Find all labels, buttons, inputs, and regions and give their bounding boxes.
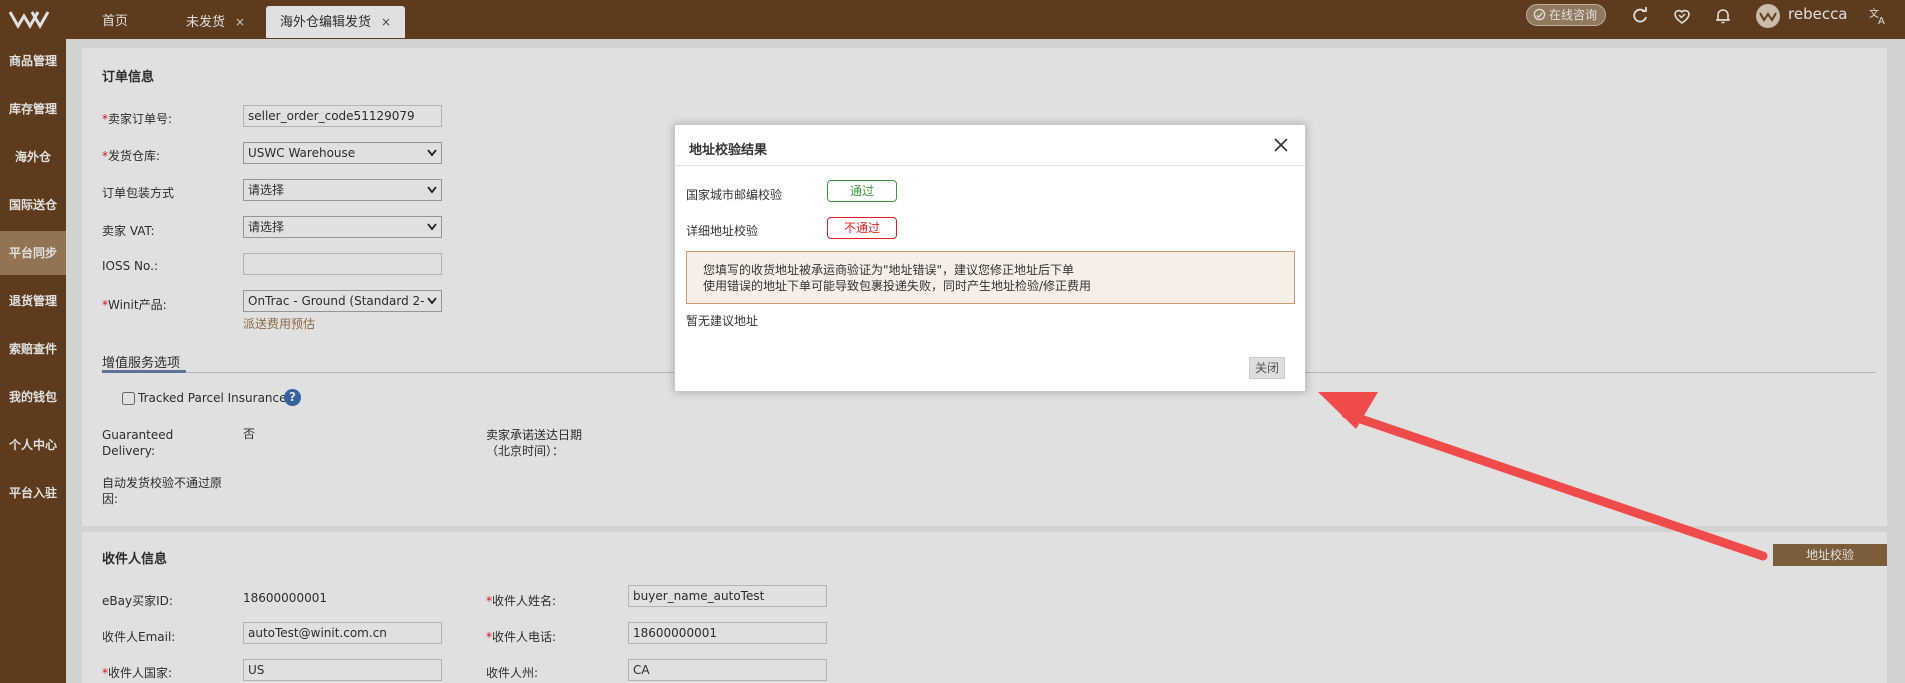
address-check-result-dialog: 地址校验结果 国家城市邮编校验 通过 详细地址校验 不通过 您填写的收货地址被承… — [674, 124, 1306, 392]
pass-status-badge: 通过 — [827, 180, 897, 202]
country-city-zip-check-label: 国家城市邮编校验 — [686, 188, 783, 202]
fail-status-badge: 不通过 — [827, 217, 897, 239]
warning-line-2: 使用错误的地址下单可能导致包裹投递失败，同时产生地址检验/修正费用 — [703, 279, 1092, 293]
dialog-title: 地址校验结果 — [689, 143, 768, 158]
detail-address-check-label: 详细地址校验 — [686, 224, 759, 238]
address-warning-box: 您填写的收货地址被承运商验证为"地址错误"，建议您修正地址后下单 使用错误的地址… — [686, 251, 1295, 304]
close-button[interactable]: 关闭 — [1249, 357, 1285, 379]
close-icon[interactable] — [1272, 136, 1290, 154]
no-suggested-address-text: 暂无建议地址 — [686, 314, 759, 328]
warning-line-1: 您填写的收货地址被承运商验证为"地址错误"，建议您修正地址后下单 — [703, 263, 1075, 277]
dialog-divider — [675, 165, 1305, 166]
